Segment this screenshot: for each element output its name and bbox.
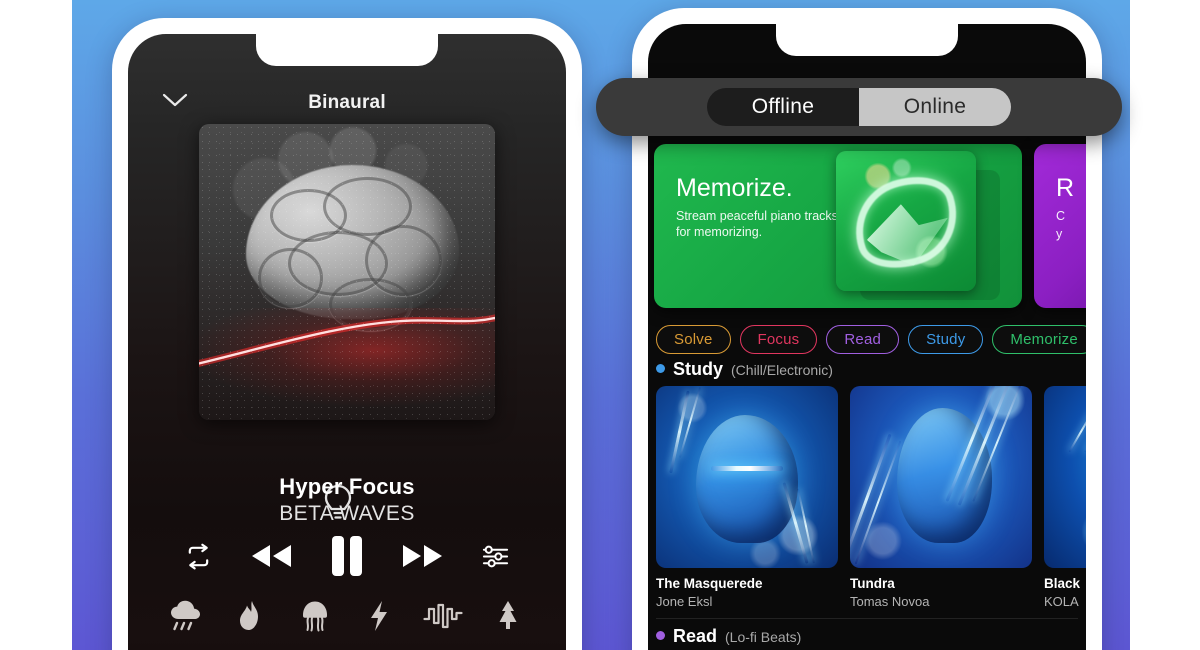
pause-button[interactable]: [330, 534, 364, 578]
lightning-bolt-icon[interactable]: [358, 596, 400, 636]
track-artwork: [656, 386, 838, 568]
track-subtitle: BETA WAVES: [279, 502, 415, 525]
now-playing-info: Hyper Focus BETA WAVES: [128, 474, 566, 526]
flame-icon[interactable]: [229, 596, 271, 636]
track-artist: Tomas Novoa: [850, 594, 930, 609]
light-streaks: [656, 386, 838, 568]
hero-title: Memorize.: [676, 174, 793, 202]
track-row-study[interactable]: The Masquerede Jone Eksl Tundra Tomas No…: [656, 386, 1086, 611]
section-header-read: Read (Lo-fi Beats): [656, 626, 801, 647]
section-divider: [656, 618, 1078, 619]
page-title: Binaural: [308, 92, 386, 113]
hero-description: Stream peaceful piano tracks for memoriz…: [676, 209, 838, 239]
light-streaks: [850, 386, 1032, 568]
track-artist: KOLA: [1044, 594, 1079, 609]
toggle-option-online[interactable]: Online: [859, 88, 1011, 126]
track-title: Tundra: [850, 576, 895, 591]
toggle-option-offline[interactable]: Offline: [707, 88, 859, 126]
left-phone-notch: [256, 34, 438, 66]
section-title: Study: [673, 359, 724, 379]
right-phone-notch: [776, 24, 958, 56]
pill-read[interactable]: Read: [826, 324, 900, 354]
track-title: Black: [1044, 576, 1081, 591]
hero-title: R: [1056, 174, 1075, 202]
jellyfish-icon[interactable]: [294, 596, 336, 636]
pill-memorize[interactable]: Memorize: [992, 324, 1086, 354]
track-artwork: [850, 386, 1032, 568]
pine-tree-icon[interactable]: [487, 596, 529, 636]
light-streaks: [1044, 386, 1086, 568]
previous-button[interactable]: [248, 542, 294, 570]
hero-description-line2: y: [1056, 227, 1063, 241]
mode-toggle-track[interactable]: Offline Online: [707, 88, 1011, 126]
section-dot-study: [656, 364, 665, 373]
hero-description-line1: C: [1056, 209, 1066, 223]
hero-carousel[interactable]: Memorize. Stream peaceful piano tracks f…: [654, 144, 1086, 308]
next-button[interactable]: [400, 542, 446, 570]
track-title: Hyper Focus: [279, 474, 415, 499]
pill-focus[interactable]: Focus: [739, 324, 818, 354]
left-phone-device: Binaural Hyper Focus BETA WAVES: [112, 18, 582, 650]
hero-thumbnail: [836, 151, 976, 291]
rain-cloud-icon[interactable]: [165, 596, 207, 636]
track-artist: Jone Eksl: [656, 594, 713, 609]
category-pill-row[interactable]: Solve Focus Read Study Memorize R: [656, 322, 1086, 356]
track-card[interactable]: Tundra Tomas Novoa: [850, 386, 1032, 611]
track-title: The Masquerede: [656, 576, 763, 591]
player-screen: Binaural Hyper Focus BETA WAVES: [128, 34, 566, 650]
section-dot-read: [656, 631, 665, 640]
repeat-button[interactable]: [185, 543, 212, 570]
waveform-icon[interactable]: [422, 596, 464, 636]
screenshot-canvas: Binaural Hyper Focus BETA WAVES Memorize…: [0, 0, 1200, 650]
section-subtitle: (Chill/Electronic): [731, 362, 833, 378]
equalizer-button[interactable]: [482, 543, 509, 570]
track-card[interactable]: The Masquerede Jone Eksl: [656, 386, 838, 611]
section-subtitle: (Lo-fi Beats): [725, 629, 802, 645]
hero-card-relax[interactable]: R C y: [1034, 144, 1086, 308]
transport-controls: [128, 534, 566, 578]
mode-toggle[interactable]: Offline Online: [596, 78, 1122, 136]
track-artwork: [1044, 386, 1086, 568]
pill-study[interactable]: Study: [908, 324, 984, 354]
section-header-study: Study (Chill/Electronic): [656, 359, 833, 380]
pill-solve[interactable]: Solve: [656, 324, 731, 354]
album-artwork[interactable]: [199, 124, 495, 420]
section-title: Read: [673, 626, 718, 646]
ambient-sound-row: [128, 596, 566, 636]
hero-card-memorize[interactable]: Memorize. Stream peaceful piano tracks f…: [654, 144, 1022, 308]
artwork-grain: [199, 124, 495, 420]
track-card[interactable]: Black KOLA: [1044, 386, 1086, 611]
